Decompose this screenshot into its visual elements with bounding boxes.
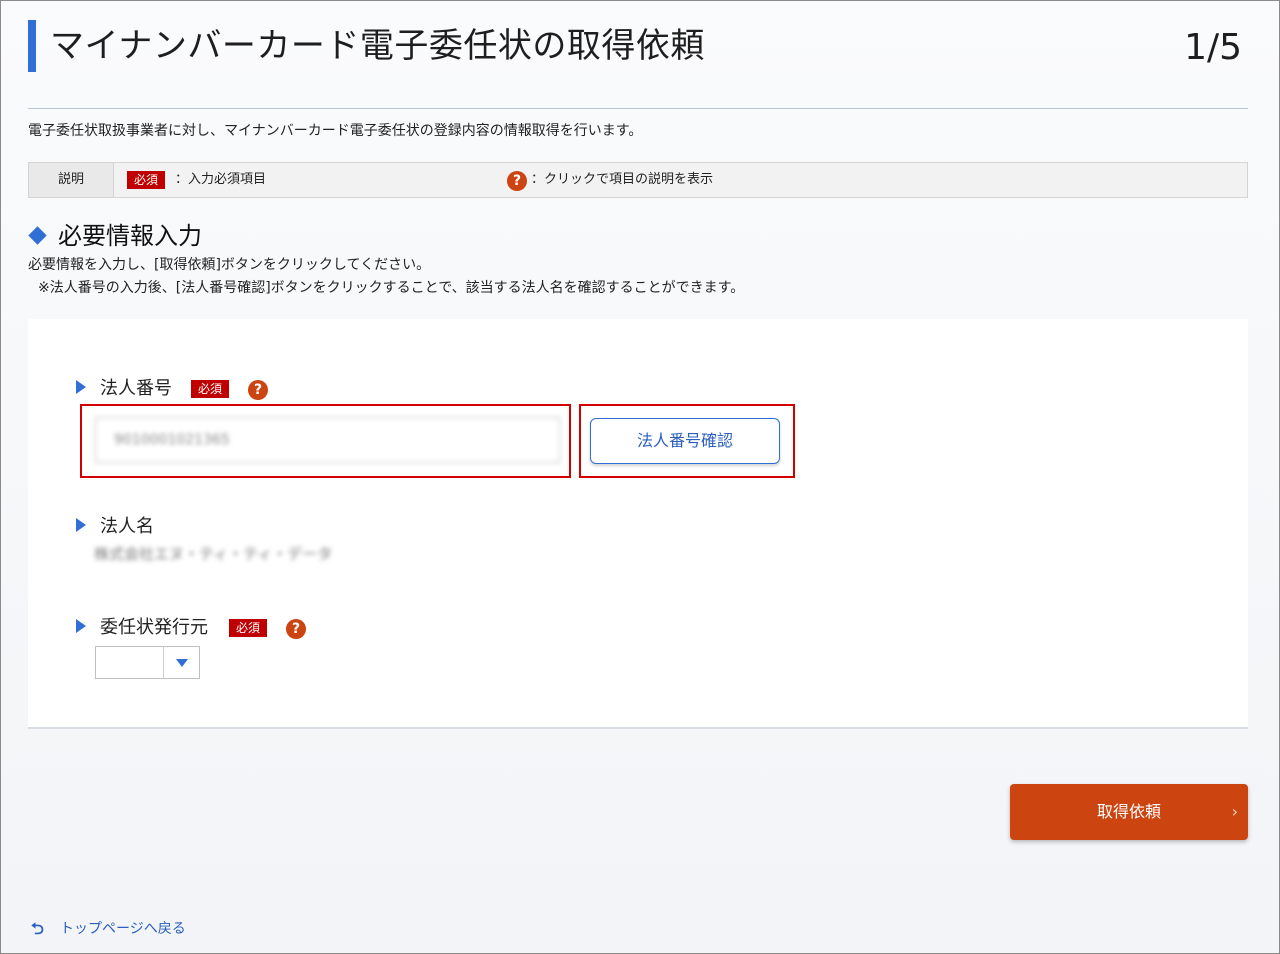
triangle-icon (76, 619, 86, 633)
section-title: 必要情報入力 (58, 222, 202, 250)
issuer-label: 委任状発行元 (100, 617, 208, 638)
title-accent-bar (28, 20, 36, 72)
corp-number-input[interactable]: 9010001021365 (95, 417, 560, 463)
back-to-top-link[interactable]: トップページへ戻る (60, 919, 186, 939)
section-note-1: 必要情報を入力し、[取得依頼]ボタンをクリックしてください。 (28, 257, 431, 273)
triangle-icon (76, 380, 86, 394)
corp-name-value: 株式会社エヌ・ティ・ティ・データ (94, 545, 333, 563)
triangle-icon (76, 518, 86, 532)
required-badge: 必須 (229, 619, 268, 637)
issuer-select[interactable] (95, 646, 200, 679)
chevron-down-icon[interactable] (176, 659, 188, 667)
help-icon[interactable]: ? (248, 380, 268, 400)
title-divider (28, 108, 1248, 109)
page-title: マイナンバーカード電子委任状の取得依頼 (50, 26, 705, 66)
legend-required-text: ：入力必須項目 (175, 172, 267, 187)
submit-button[interactable]: 取得依頼 › (1010, 784, 1248, 840)
legend-head: 説明 (29, 163, 114, 197)
section-note-2: ※法人番号の入力後、[法人番号確認]ボタンをクリックすることで、該当する法人名を… (38, 280, 745, 296)
corp-name-label: 法人名 (100, 516, 154, 537)
corp-number-check-button[interactable]: 法人番号確認 (590, 418, 780, 464)
submit-button-label: 取得依頼 (1096, 802, 1161, 821)
intro-text: 電子委任状取扱事業者に対し、マイナンバーカード電子委任状の登録内容の情報取得を行… (28, 123, 643, 139)
help-icon[interactable]: ? (286, 619, 306, 639)
step-indicator: 1/5 (1184, 27, 1242, 68)
select-divider (163, 647, 164, 678)
help-icon: ? (507, 171, 527, 191)
legend-help-text: ：クリックで項目の説明を表示 (531, 172, 714, 187)
return-arrow-icon[interactable]: ⮌ (31, 921, 49, 937)
legend-bar: 説明 必須 ：入力必須項目 ? ：クリックで項目の説明を表示 (28, 162, 1248, 198)
required-badge: 必須 (127, 171, 166, 189)
chevron-right-icon: › (1231, 802, 1238, 821)
required-badge: 必須 (191, 380, 230, 398)
corp-number-label: 法人番号 (100, 378, 172, 399)
